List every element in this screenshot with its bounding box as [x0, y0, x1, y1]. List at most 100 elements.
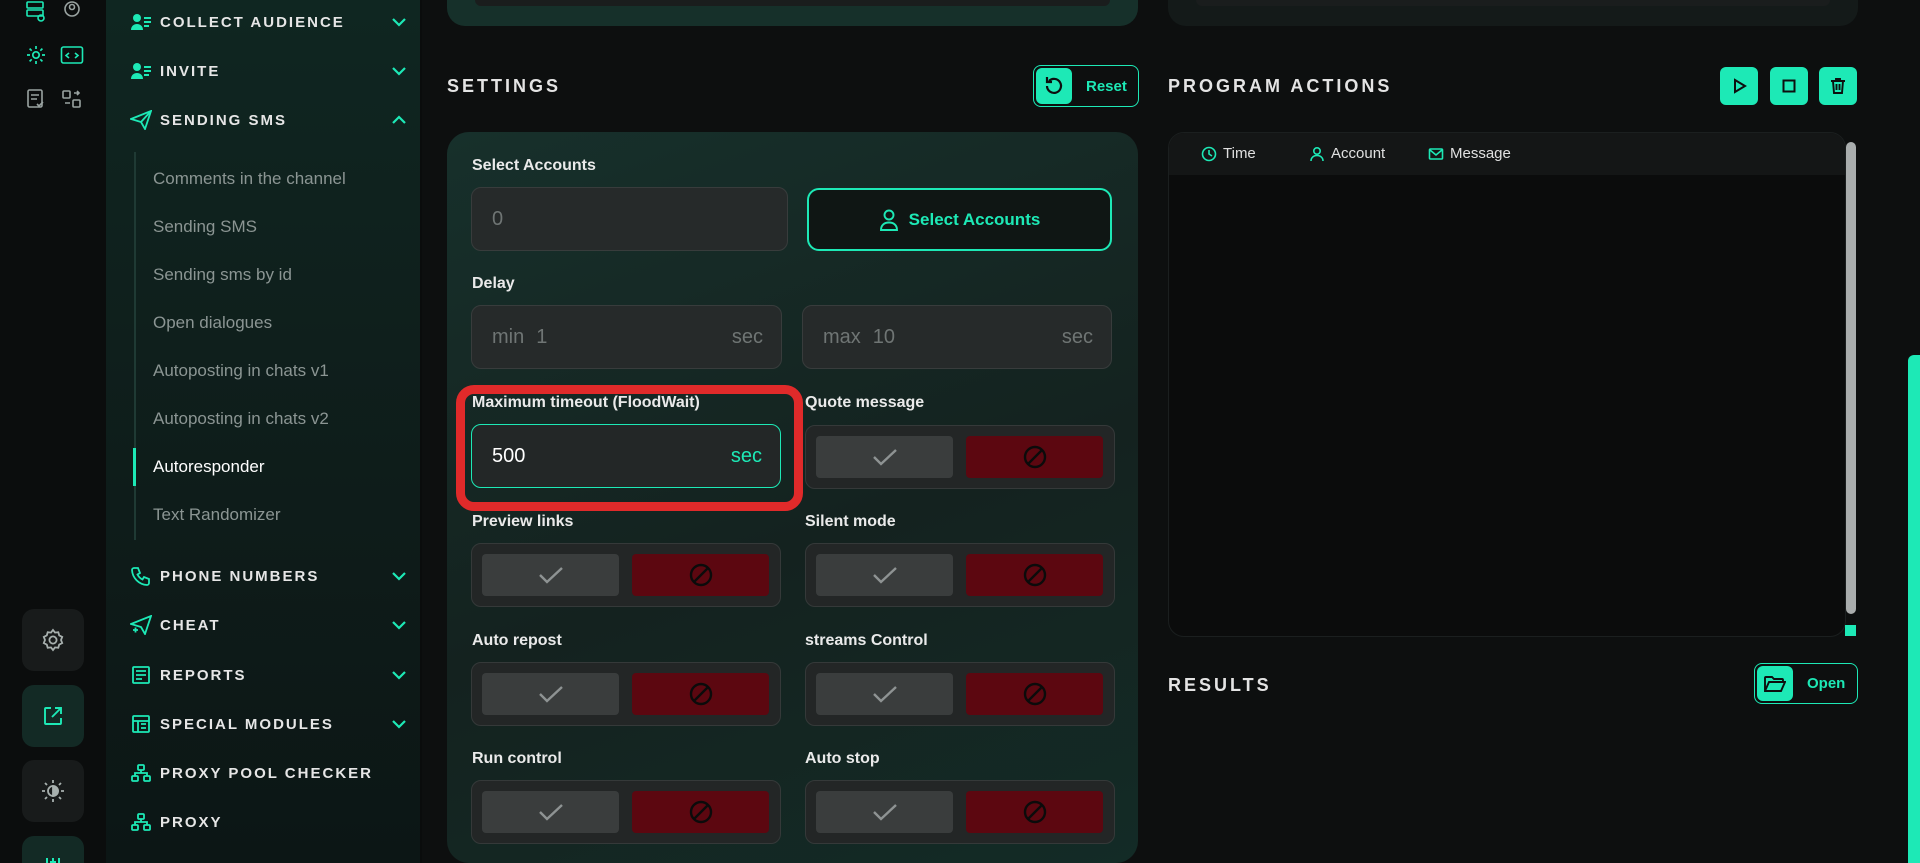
top-card-right-field [1196, 0, 1830, 6]
accounts-count-value: 0 [492, 207, 504, 230]
settings-rail-button[interactable] [22, 609, 84, 671]
nav-label: CHEAT [160, 616, 221, 634]
submenu-item[interactable]: Sending sms by id [153, 265, 292, 285]
select-accounts-button[interactable]: Select Accounts [807, 188, 1112, 251]
settings-icon [42, 628, 64, 652]
log-col-account: Account [1309, 145, 1385, 162]
nav-collect-audience[interactable]: COLLECT AUDIENCE [130, 8, 408, 36]
toggle-on-button[interactable] [816, 554, 953, 596]
toggle-off-button[interactable] [966, 436, 1103, 478]
select-accounts-label: Select Accounts [472, 157, 596, 174]
nav-proxy-pool-checker[interactable]: PROXY POOL CHECKER [130, 759, 408, 787]
submenu-item-active[interactable]: Autoresponder [153, 457, 265, 477]
page-scrollbar[interactable] [1908, 355, 1920, 863]
check-icon [872, 804, 897, 821]
clock-icon [1201, 146, 1217, 161]
program-actions-title: PROGRAM ACTIONS [1168, 76, 1393, 96]
log-col-label: Account [1331, 145, 1386, 162]
network-icon [130, 762, 152, 784]
delay-min-field[interactable]: min 1 sec [471, 305, 782, 369]
folder-open-icon [1757, 666, 1793, 701]
nav-proxy[interactable]: PROXY [130, 808, 408, 836]
submenu-item[interactable]: Open dialogues [153, 313, 272, 333]
theme-toggle-rail-button[interactable] [22, 760, 84, 822]
gear-icon[interactable] [24, 43, 48, 67]
delay-max-value: 10 [872, 325, 896, 348]
toggle-on-button[interactable] [816, 436, 953, 478]
toggle-on-button[interactable] [482, 673, 619, 715]
select-accounts-button-label: Select Accounts [908, 209, 1041, 229]
block-icon [1023, 800, 1046, 824]
sliders-rail-button[interactable] [22, 836, 84, 863]
submenu-item[interactable]: Sending SMS [153, 217, 257, 237]
database-settings-icon[interactable] [24, 0, 48, 24]
submenu-item[interactable]: Autoposting in chats v1 [153, 361, 329, 381]
silent-mode-toggle[interactable] [805, 543, 1115, 607]
toggle-off-button[interactable] [632, 554, 769, 596]
quote-message-toggle[interactable] [805, 425, 1115, 489]
external-link-rail-button[interactable] [22, 685, 84, 747]
log-scrollbar[interactable] [1846, 142, 1856, 614]
log-col-message: Message [1428, 145, 1511, 162]
toggle-on-button[interactable] [482, 554, 619, 596]
settings-title: SETTINGS [447, 76, 562, 96]
preview-links-toggle[interactable] [471, 543, 781, 607]
stop-button[interactable] [1770, 67, 1808, 105]
nav-phone-numbers[interactable]: PHONE NUMBERS [130, 562, 408, 590]
check-icon [538, 567, 563, 584]
nav-label: INVITE [160, 62, 221, 80]
auto-repost-toggle[interactable] [471, 662, 781, 726]
nav-reports[interactable]: REPORTS [130, 661, 408, 689]
toggle-off-button[interactable] [966, 554, 1103, 596]
report-icon [130, 664, 152, 686]
block-icon [1023, 682, 1046, 706]
delete-button[interactable] [1819, 67, 1857, 105]
sliders-icon [46, 858, 60, 863]
toggle-off-button[interactable] [966, 791, 1103, 833]
open-results-button[interactable]: Open [1754, 663, 1858, 704]
delay-max-field[interactable]: max 10 sec [802, 305, 1112, 369]
submenu-item[interactable]: Text Randomizer [153, 505, 281, 525]
nav-label: PROXY [160, 813, 223, 831]
submenu-item[interactable]: Comments in the channel [153, 169, 346, 189]
nav-cheat[interactable]: CHEAT [130, 611, 408, 639]
toggle-on-button[interactable] [482, 791, 619, 833]
nav-label: SENDING SMS [160, 111, 288, 129]
accounts-count-field[interactable]: 0 [471, 187, 788, 251]
nav-invite[interactable]: INVITE [130, 57, 408, 85]
toggle-on-button[interactable] [816, 673, 953, 715]
nav-label: PHONE NUMBERS [160, 567, 320, 585]
toggle-off-button[interactable] [632, 673, 769, 715]
nav-label: PROXY POOL CHECKER [160, 764, 373, 782]
submenu-item[interactable]: Autoposting in chats v2 [153, 409, 329, 429]
auto-stop-label: Auto stop [805, 750, 880, 767]
user-list-icon [130, 60, 152, 82]
silent-mode-label: Silent mode [805, 513, 896, 530]
reset-button[interactable]: Reset [1033, 65, 1139, 107]
delay-max-prefix: max [823, 325, 861, 348]
nav-special-modules[interactable]: SPECIAL MODULES [130, 710, 408, 738]
user-circle-icon[interactable] [60, 0, 84, 24]
chevron-down-icon [390, 715, 408, 733]
checklist-icon[interactable] [24, 87, 48, 111]
streams-control-toggle[interactable] [805, 662, 1115, 726]
quote-message-label: Quote message [805, 394, 925, 411]
check-icon [872, 567, 897, 584]
nav-sending-sms[interactable]: SENDING SMS [130, 106, 408, 134]
code-window-icon[interactable] [60, 43, 84, 67]
toggle-on-button[interactable] [816, 791, 953, 833]
check-icon [538, 686, 563, 703]
send-icon [130, 109, 152, 131]
resize-handle-icon[interactable] [1845, 625, 1856, 636]
play-icon [1734, 78, 1747, 94]
run-control-toggle[interactable] [471, 780, 781, 844]
app-root: COLLECT AUDIENCE INVITE SENDING SMS Comm… [0, 0, 1920, 863]
top-card-left-field [475, 0, 1110, 6]
toggle-off-button[interactable] [966, 673, 1103, 715]
play-button[interactable] [1720, 67, 1758, 105]
auto-stop-toggle[interactable] [805, 780, 1115, 844]
modules-icon [130, 713, 152, 735]
reset-icon [1036, 68, 1072, 104]
toggle-off-button[interactable] [632, 791, 769, 833]
grid-swap-icon[interactable] [60, 87, 84, 111]
